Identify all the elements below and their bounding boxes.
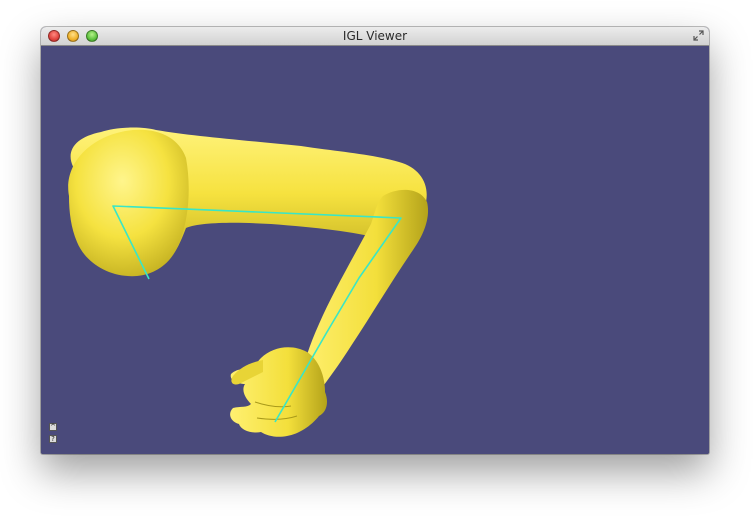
shoulder-mesh bbox=[68, 129, 189, 277]
title-bar[interactable]: IGL Viewer bbox=[41, 27, 709, 46]
hand-mesh bbox=[230, 347, 327, 437]
igl-viewer-window: IGL Viewer ^ ? bbox=[41, 27, 709, 454]
window-title: IGL Viewer bbox=[342, 29, 408, 43]
fullscreen-icon[interactable] bbox=[693, 30, 704, 41]
collapse-panel-button[interactable]: ^ bbox=[49, 423, 57, 431]
arm-mesh-scene bbox=[68, 127, 429, 437]
3d-viewport[interactable]: ^ ? bbox=[41, 46, 709, 454]
help-button[interactable]: ? bbox=[49, 435, 57, 443]
